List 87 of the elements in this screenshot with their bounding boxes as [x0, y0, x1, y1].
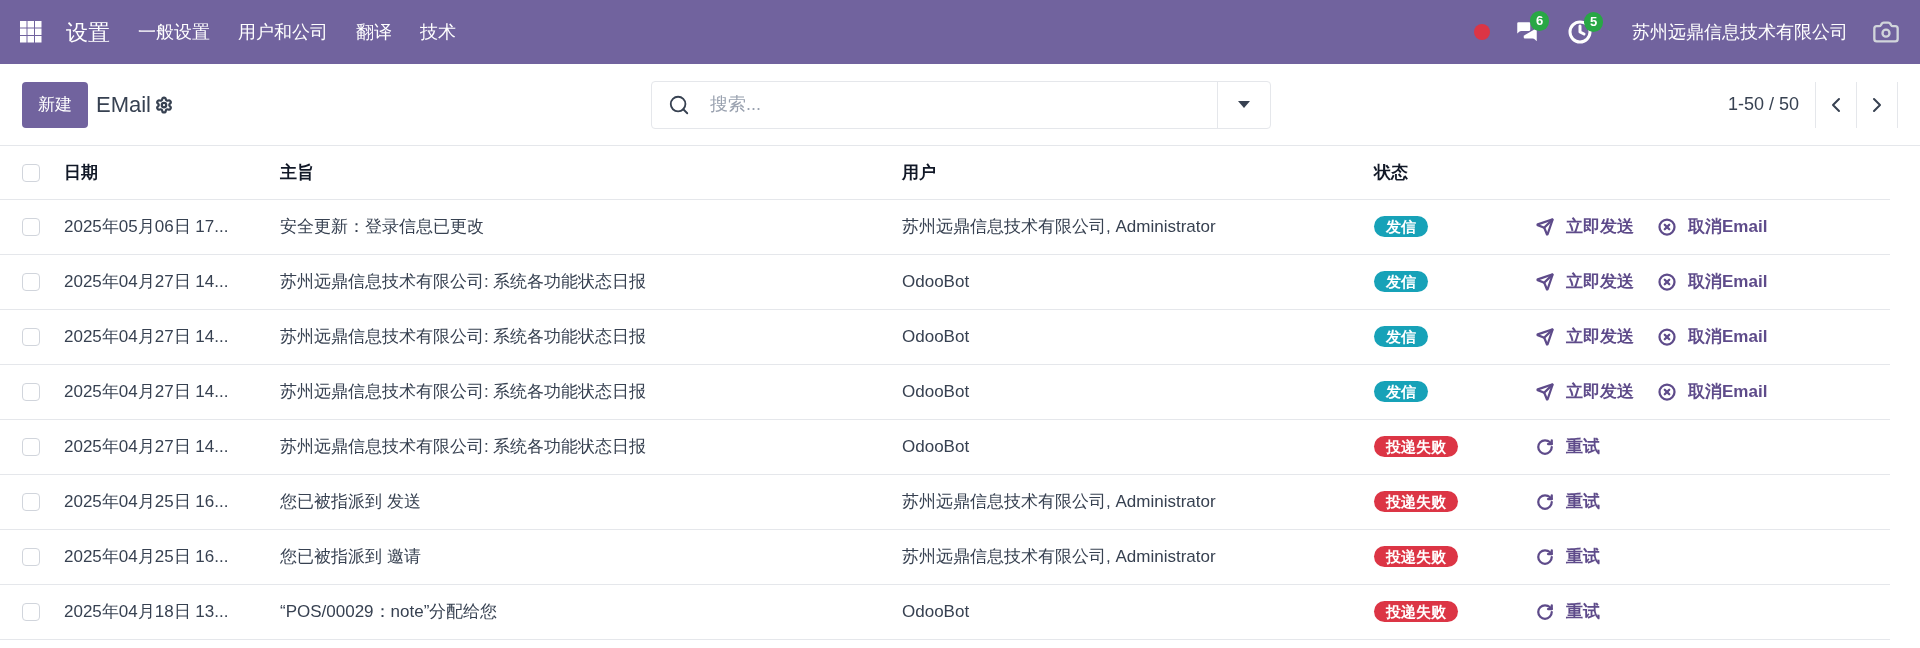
date-cell-text: 2025年04月18日 13...	[64, 601, 230, 624]
refresh-icon	[1536, 438, 1554, 456]
checkbox[interactable]	[22, 383, 40, 401]
menu-item[interactable]: 用户和公司	[238, 18, 328, 46]
caret-icon[interactable]	[1238, 101, 1250, 108]
status-badge: 投递失败	[1374, 491, 1458, 513]
view-title: EMail	[96, 91, 151, 119]
send-icon	[1536, 328, 1554, 346]
send-icon	[1536, 218, 1554, 236]
checkbox[interactable]	[22, 603, 40, 621]
clock-icon[interactable]	[1568, 20, 1592, 44]
pager-text: 1-50 / 50	[1727, 93, 1799, 116]
menu-item[interactable]: 翻译	[356, 18, 392, 46]
send-icon	[1536, 383, 1554, 401]
cancel-action-button[interactable]: 取消Email	[1658, 214, 1768, 240]
checkbox[interactable]	[22, 218, 40, 236]
user-cell-text: OdooBot	[902, 271, 971, 294]
column-header[interactable]: 主旨	[280, 159, 902, 186]
close-circle-icon	[1658, 328, 1676, 346]
date-cell-text: 2025年04月27日 14...	[64, 326, 230, 349]
notification-badge: 5	[1584, 12, 1604, 32]
status-badge: 投递失败	[1374, 601, 1458, 623]
cancel-action-button[interactable]: 取消Email	[1658, 379, 1768, 405]
settings-icon[interactable]	[155, 95, 173, 114]
refresh-icon	[1536, 493, 1554, 511]
send-action-button[interactable]: 立即发送	[1536, 324, 1634, 350]
search-icon	[668, 93, 690, 116]
menu-item[interactable]: 技术	[420, 18, 456, 46]
send-action-button[interactable]: 立即发送	[1536, 214, 1634, 240]
app-grid-icon[interactable]	[20, 21, 42, 43]
send-icon	[1536, 273, 1554, 291]
notification-badge: 6	[1530, 11, 1550, 31]
user-cell-text: OdooBot	[902, 601, 971, 624]
date-cell-text: 2025年05月06日 17...	[64, 216, 230, 239]
subject-cell-text: 苏州远鼎信息技术有限公司: 系统各功能状态日报	[280, 271, 648, 294]
retry-action-button[interactable]: 重试	[1536, 434, 1600, 460]
status-badge: 投递失败	[1374, 546, 1458, 568]
status-badge: 投递失败	[1374, 436, 1458, 458]
search-input[interactable]: 搜索...	[710, 91, 1217, 118]
date-cell-text: 2025年04月25日 16...	[64, 491, 230, 514]
subject-cell-text: 您已被指派到 邀请	[280, 546, 422, 569]
refresh-icon	[1536, 548, 1554, 566]
user-cell-text: 苏州远鼎信息技术有限公司, Administrator	[902, 216, 1217, 239]
retry-action-button[interactable]: 重试	[1536, 544, 1600, 570]
status-badge: 发信	[1374, 271, 1428, 293]
cancel-action-button[interactable]: 取消Email	[1658, 324, 1768, 350]
checkbox[interactable]	[22, 273, 40, 291]
column-header[interactable]: 状态	[1374, 159, 1536, 186]
user-cell-text: OdooBot	[902, 381, 971, 404]
subject-cell-text: “POS/00029：note”分配给您	[280, 601, 499, 624]
close-circle-icon	[1658, 218, 1676, 236]
date-cell-text: 2025年04月25日 16...	[64, 546, 230, 569]
close-circle-icon	[1658, 383, 1676, 401]
checkbox[interactable]	[22, 163, 40, 182]
menu-item[interactable]: 一般设置	[138, 18, 210, 46]
subject-cell-text: 安全更新：登录信息已更改	[280, 216, 485, 239]
checkbox[interactable]	[22, 438, 40, 456]
user-cell-text: 苏州远鼎信息技术有限公司, Administrator	[902, 491, 1217, 514]
cancel-action-button[interactable]: 取消Email	[1658, 269, 1768, 295]
company-name[interactable]: 苏州远鼎信息技术有限公司	[1632, 18, 1848, 46]
checkbox[interactable]	[22, 328, 40, 346]
checkbox[interactable]	[22, 493, 40, 511]
subject-cell-text: 苏州远鼎信息技术有限公司: 系统各功能状态日报	[280, 326, 648, 349]
subject-cell-text: 苏州远鼎信息技术有限公司: 系统各功能状态日报	[280, 381, 648, 404]
column-header[interactable]: 用户	[902, 159, 1374, 186]
date-cell-text: 2025年04月27日 14...	[64, 436, 230, 459]
new-button[interactable]: 新建	[22, 81, 88, 128]
user-cell-text: 苏州远鼎信息技术有限公司, Administrator	[902, 546, 1217, 569]
close-circle-icon	[1658, 273, 1676, 291]
app-title: 设置	[66, 18, 110, 47]
search-field[interactable]: 搜索...	[651, 80, 1271, 129]
column-header[interactable]: 日期	[64, 159, 280, 186]
subject-cell-text: 您已被指派到 发送	[280, 491, 422, 514]
send-action-button[interactable]: 立即发送	[1536, 269, 1634, 295]
retry-action-button[interactable]: 重试	[1536, 489, 1600, 515]
date-cell-text: 2025年04月27日 14...	[64, 271, 230, 294]
subject-cell-text: 苏州远鼎信息技术有限公司: 系统各功能状态日报	[280, 436, 648, 459]
send-action-button[interactable]: 立即发送	[1536, 379, 1634, 405]
status-badge: 发信	[1374, 326, 1428, 348]
date-cell-text: 2025年04月27日 14...	[64, 381, 230, 404]
checkbox[interactable]	[22, 548, 40, 566]
status-badge: 发信	[1374, 216, 1428, 238]
retry-action-button[interactable]: 重试	[1536, 599, 1600, 625]
status-badge: 发信	[1374, 381, 1428, 403]
user-cell-text: OdooBot	[902, 326, 971, 349]
refresh-icon	[1536, 603, 1554, 621]
user-cell-text: OdooBot	[902, 436, 971, 459]
